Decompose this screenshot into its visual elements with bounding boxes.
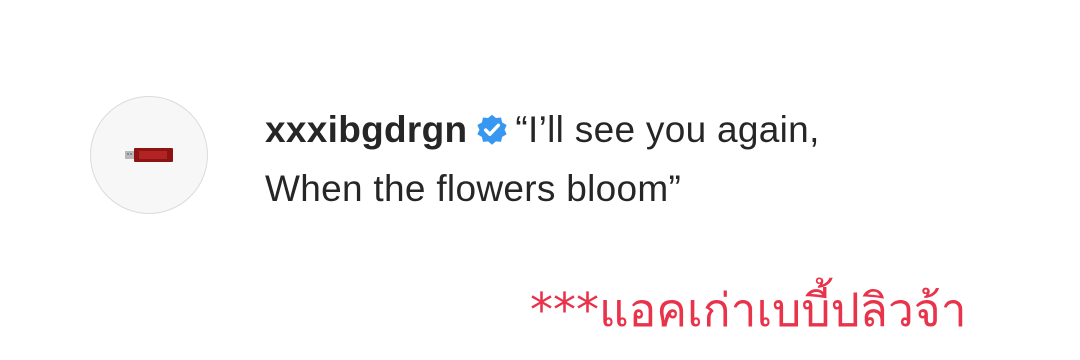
verified-badge-icon (477, 114, 508, 145)
caption-line-2: When the flowers bloom” (265, 168, 682, 209)
usb-drive-icon (125, 148, 173, 162)
instagram-caption-screenshot: xxxibgdrgn “I’ll see you again, When the… (0, 0, 1080, 360)
caption-line-1: “I’ll see you again, (515, 109, 820, 150)
profile-avatar[interactable] (90, 96, 208, 214)
post-caption: xxxibgdrgn “I’ll see you again, When the… (265, 100, 1025, 218)
username-link[interactable]: xxxibgdrgn (265, 109, 467, 150)
overlay-note: ***แอคเก่าเบบี้ปลิวจ้า (530, 283, 967, 337)
